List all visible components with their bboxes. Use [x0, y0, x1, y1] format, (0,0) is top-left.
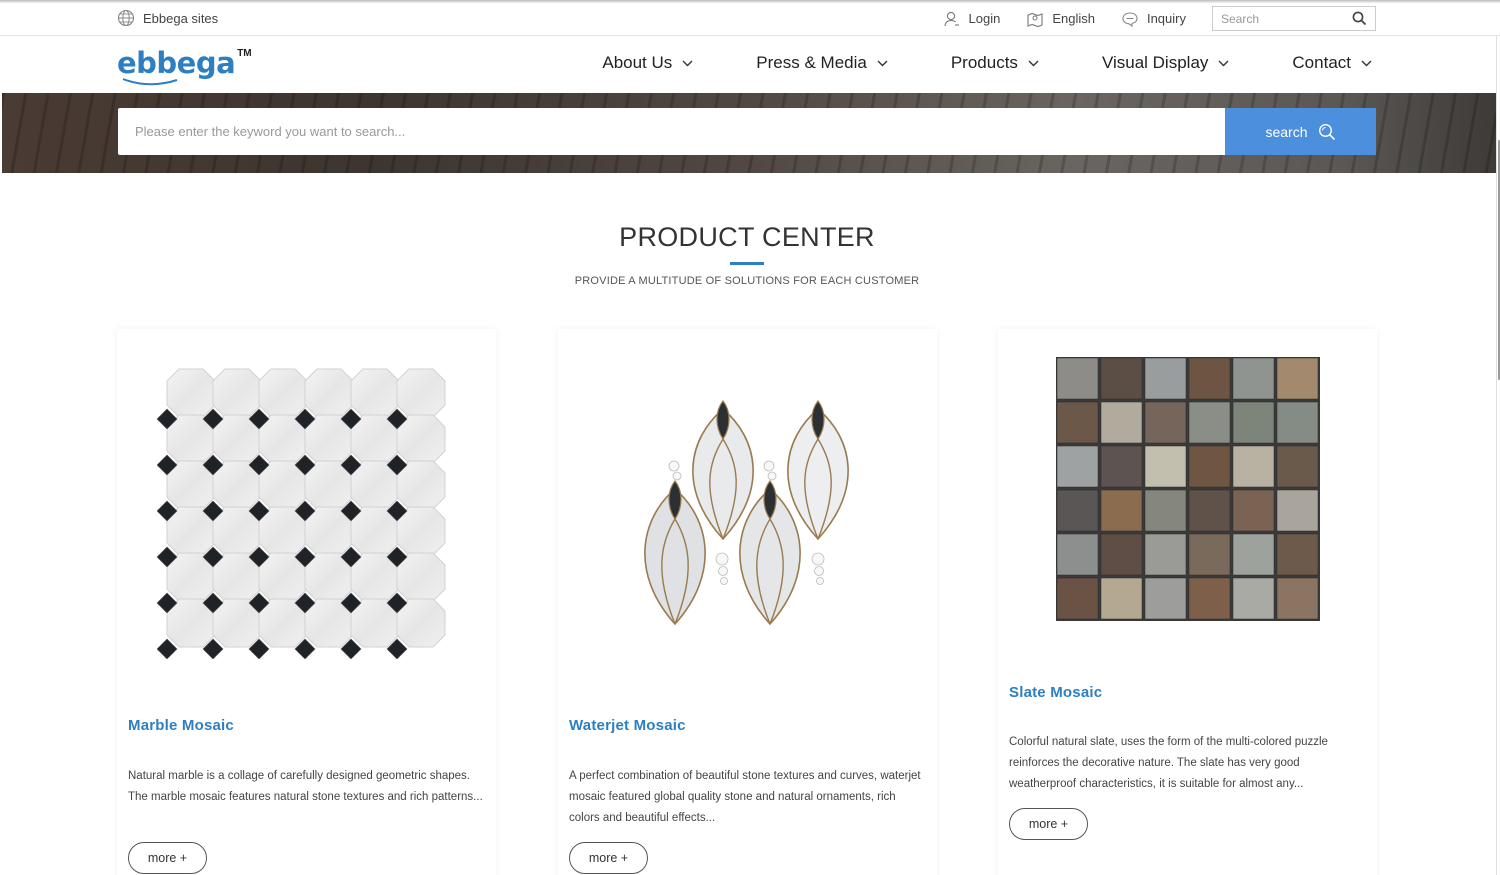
utility-bar: Ebbega sites Login English Inquiry — [0, 3, 1500, 36]
nav-item-label: About Us — [602, 53, 673, 72]
login-label: Login — [968, 11, 1001, 26]
inquiry-label: Inquiry — [1146, 11, 1186, 26]
section-title-underline — [730, 262, 764, 265]
top-search-box — [1212, 6, 1376, 31]
section-subtitle: PROVIDE A MULTITUDE OF SOLUTIONS FOR EAC… — [574, 275, 920, 287]
banner-search-button[interactable]: search — [1225, 108, 1376, 155]
product-image-waterjet-mosaic[interactable] — [558, 329, 937, 689]
nav-item-label: Visual Display — [1101, 53, 1209, 72]
more-button[interactable]: more + — [1009, 808, 1088, 840]
nav-item-press-media[interactable]: Press & Media — [693, 53, 888, 73]
language-selector[interactable]: English — [1026, 10, 1095, 28]
inquiry-link[interactable]: Inquiry — [1121, 10, 1186, 28]
nav-item-about-us[interactable]: About Us — [602, 53, 693, 73]
product-card-slate-mosaic[interactable]: Slate Mosaic Colorful natural slate, use… — [998, 329, 1377, 875]
product-description: A perfect combination of beautiful stone… — [569, 770, 921, 824]
login-link[interactable]: Login — [943, 10, 1001, 28]
product-image-marble-mosaic[interactable] — [117, 329, 496, 689]
nav-menu: About Us Press & Media Products Visual D… — [602, 53, 1372, 73]
chevron-down-icon — [1361, 60, 1372, 66]
logo-swoosh-icon — [122, 78, 178, 86]
main-nav: ebbega TM About Us Press & Media Product… — [0, 36, 1500, 93]
hero-banner: search — [2, 93, 1496, 173]
chat-bubble-icon — [1122, 11, 1138, 27]
more-button[interactable]: more + — [128, 842, 207, 874]
product-title[interactable]: Slate Mosaic — [1009, 684, 1102, 701]
ebbega-logo[interactable]: ebbega TM — [117, 46, 252, 86]
user-icon — [943, 11, 959, 26]
chevron-down-icon — [1028, 60, 1039, 66]
globe-icon — [117, 9, 135, 27]
ebbega-sites-label: Ebbega sites — [143, 10, 219, 26]
top-search-input[interactable] — [1221, 11, 1341, 26]
language-label: English — [1052, 11, 1095, 26]
nav-item-products[interactable]: Products — [888, 53, 1039, 73]
banner-search-bar: search — [118, 108, 1376, 155]
product-card-waterjet-mosaic[interactable]: Waterjet Mosaic A perfect combination of… — [558, 329, 937, 875]
search-icon[interactable] — [1352, 11, 1367, 26]
more-button[interactable]: more + — [569, 842, 648, 874]
ebbega-sites-link[interactable]: Ebbega sites — [117, 9, 218, 27]
logo-wordmark: ebbega — [117, 46, 236, 80]
chevron-down-icon — [1218, 60, 1229, 66]
nav-item-label: Contact — [1292, 53, 1351, 72]
logo-trademark: TM — [237, 48, 252, 59]
product-description: Natural marble is a collage of carefully… — [128, 770, 483, 803]
product-title[interactable]: Waterjet Mosaic — [569, 717, 686, 734]
page-scrollbar[interactable] — [1496, 36, 1500, 875]
search-icon — [1318, 123, 1335, 140]
waterjet-mosaic-tile-image — [643, 400, 849, 626]
product-title[interactable]: Marble Mosaic — [128, 717, 234, 734]
product-image-slate-mosaic[interactable] — [998, 329, 1377, 649]
marble-mosaic-tile-image — [156, 368, 445, 659]
nav-item-contact[interactable]: Contact — [1229, 53, 1372, 73]
nav-item-label: Products — [950, 53, 1018, 72]
product-description: Colorful natural slate, uses the form of… — [1009, 736, 1328, 790]
chevron-down-icon — [877, 60, 888, 66]
slate-mosaic-tile-image — [1055, 357, 1320, 621]
nav-item-visual-display[interactable]: Visual Display — [1039, 53, 1229, 73]
map-pin-icon — [1027, 12, 1043, 27]
product-card-marble-mosaic[interactable]: Marble Mosaic Natural marble is a collag… — [117, 329, 496, 875]
chevron-down-icon — [682, 60, 693, 66]
banner-search-button-label: search — [1265, 123, 1308, 140]
section-title: PRODUCT CENTER — [619, 222, 875, 252]
nav-item-label: Press & Media — [756, 53, 867, 72]
banner-search-input[interactable] — [118, 108, 1225, 155]
